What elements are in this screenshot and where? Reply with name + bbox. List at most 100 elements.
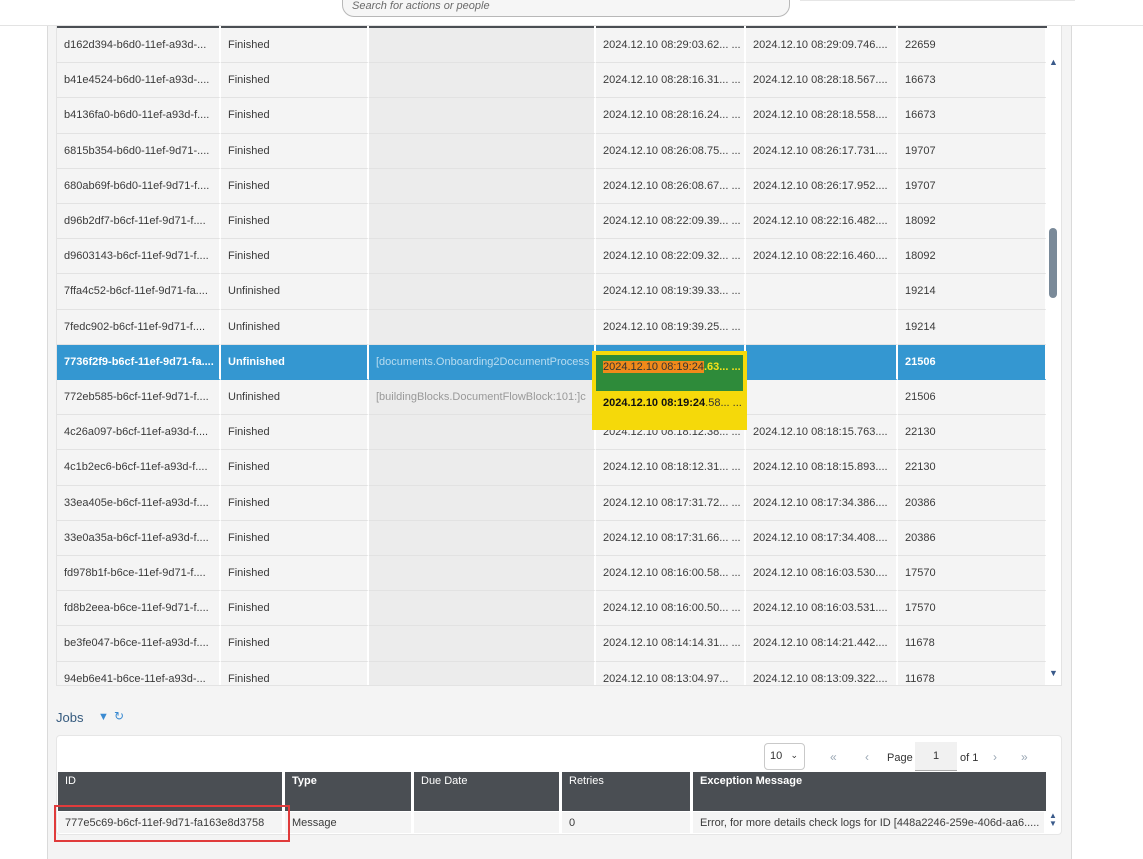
job-retries-cell[interactable]: 0 [562, 812, 692, 833]
row-end-cell[interactable] [746, 309, 898, 345]
table-row[interactable]: 33e0a35a-b6cf-11ef-a93d-f.... Finished 202… [57, 520, 1047, 556]
table-row[interactable]: 7736f2f9-b6cf-11ef-9d71-fa.... Unfinished… [57, 344, 1047, 380]
row-start-cell[interactable]: 2024.12.10 08:14:14.31... ... [596, 626, 746, 662]
row-start-cell[interactable]: 2024.12.10 08:16:00.50... ... [596, 591, 746, 627]
table-row[interactable]: fd8b2eea-b6ce-11ef-9d71-f.... Finished 202… [57, 591, 1047, 627]
row-id-cell[interactable]: fd8b2eea-b6ce-11ef-9d71-f.... [57, 591, 221, 627]
table-row[interactable]: 4c1b2ec6-b6cf-11ef-a93d-f.... Finished 202… [57, 450, 1047, 486]
row-activity-cell[interactable] [369, 661, 596, 685]
row-duration-cell[interactable]: 21506 [898, 344, 1047, 380]
row-activity-cell[interactable] [369, 133, 596, 169]
row-end-cell[interactable]: 2024.12.10 08:13:09.322.... [746, 661, 898, 685]
next-page-icon[interactable]: › [993, 750, 997, 764]
row-end-cell[interactable] [746, 380, 898, 416]
table-row[interactable]: 772eb585-b6cf-11ef-9d71-f.... Unfinished[… [57, 380, 1047, 416]
table-row[interactable]: b4136fa0-b6d0-11ef-a93d-f.... Finished 202… [57, 98, 1047, 134]
row-duration-cell[interactable]: 21506 [898, 380, 1047, 416]
row-end-cell[interactable]: 2024.12.10 08:22:16.460.... [746, 239, 898, 275]
row-activity-cell[interactable] [369, 520, 596, 556]
row-end-cell[interactable]: 2024.12.10 08:17:34.386.... [746, 485, 898, 521]
jobs-header-exception[interactable]: Exception Message [693, 772, 1046, 811]
row-status-cell[interactable]: Unfinished [221, 344, 369, 380]
row-status-cell[interactable]: Unfinished [221, 309, 369, 345]
row-status-cell[interactable]: Finished [221, 204, 369, 240]
row-duration-cell[interactable]: 19707 [898, 133, 1047, 169]
row-activity-cell[interactable] [369, 626, 596, 662]
row-start-cell[interactable]: 2024.12.10 08:17:31.72... ... [596, 485, 746, 521]
row-duration-cell[interactable]: 11678 [898, 626, 1047, 662]
row-activity-cell[interactable] [369, 309, 596, 345]
row-start-cell[interactable]: 2024.12.10 08:22:09.32... ... [596, 239, 746, 275]
table-row[interactable]: 33ea405e-b6cf-11ef-a93d-f.... Finished 202… [57, 485, 1047, 521]
row-end-cell[interactable]: 2024.12.10 08:16:03.531.... [746, 591, 898, 627]
row-id-cell[interactable]: 772eb585-b6cf-11ef-9d71-f.... [57, 380, 221, 416]
row-id-cell[interactable]: d96b2df7-b6cf-11ef-9d71-f.... [57, 204, 221, 240]
table-row[interactable]: 94eb6e41-b6ce-11ef-a93d-... Finished 2024.… [57, 661, 1047, 685]
row-activity-cell[interactable]: [buildingBlocks.DocumentFlowBlock:101:]c [369, 380, 596, 416]
jobs-scroll-icon[interactable]: ▲ ▼ [1049, 812, 1057, 828]
row-duration-cell[interactable]: 17570 [898, 556, 1047, 592]
row-start-cell[interactable]: 2024.12.10 08:28:16.31... ... [596, 63, 746, 99]
row-start-cell[interactable]: 2024.12.10 08:26:08.75... ... [596, 133, 746, 169]
page-size-select[interactable]: 10 ⌄ [764, 743, 805, 770]
row-end-cell[interactable]: 2024.12.10 08:17:34.408.... [746, 520, 898, 556]
row-id-cell[interactable]: d162d394-b6d0-11ef-a93d-... [57, 28, 221, 64]
row-start-cell[interactable]: 2024.12.10 08:26:08.67... ... [596, 168, 746, 204]
row-status-cell[interactable]: Finished [221, 63, 369, 99]
row-start-cell[interactable]: 2024.12.10 08:19:39.25... ... [596, 309, 746, 345]
row-status-cell[interactable]: Finished [221, 133, 369, 169]
row-status-cell[interactable]: Finished [221, 239, 369, 275]
row-start-cell[interactable]: 2024.12.10 08:22:09.39... ... [596, 204, 746, 240]
row-status-cell[interactable]: Finished [221, 626, 369, 662]
row-duration-cell[interactable]: 18092 [898, 239, 1047, 275]
row-start-cell[interactable]: 2024.12.10 08:19:39.33... ... [596, 274, 746, 310]
table-row[interactable]: d162d394-b6d0-11ef-a93d-... Finished 2024.… [57, 28, 1047, 64]
row-duration-cell[interactable]: 20386 [898, 485, 1047, 521]
row-status-cell[interactable]: Unfinished [221, 274, 369, 310]
job-due-date-cell[interactable] [414, 812, 561, 833]
instances-scrollbar[interactable] [1046, 50, 1060, 682]
row-status-cell[interactable]: Finished [221, 556, 369, 592]
row-duration-cell[interactable]: 18092 [898, 204, 1047, 240]
row-id-cell[interactable]: 33ea405e-b6cf-11ef-a93d-f.... [57, 485, 221, 521]
jobs-header-type[interactable]: Type [285, 772, 411, 811]
row-id-cell[interactable]: b41e4524-b6d0-11ef-a93d-.... [57, 63, 221, 99]
table-row[interactable]: d96b2df7-b6cf-11ef-9d71-f.... Finished 202… [57, 204, 1047, 240]
row-activity-cell[interactable] [369, 274, 596, 310]
job-exception-cell[interactable]: Error, for more details check logs for I… [693, 812, 1046, 833]
row-activity-cell[interactable] [369, 415, 596, 451]
row-duration-cell[interactable]: 22130 [898, 450, 1047, 486]
row-duration-cell[interactable]: 19214 [898, 274, 1047, 310]
jobs-header-retries[interactable]: Retries [562, 772, 690, 811]
row-id-cell[interactable]: 680ab69f-b6d0-11ef-9d71-f.... [57, 168, 221, 204]
table-row[interactable]: 680ab69f-b6d0-11ef-9d71-f.... Finished 202… [57, 168, 1047, 204]
table-row[interactable]: 6815b354-b6d0-11ef-9d71-.... Finished 2024… [57, 133, 1047, 169]
row-activity-cell[interactable] [369, 98, 596, 134]
row-status-cell[interactable]: Finished [221, 168, 369, 204]
row-id-cell[interactable]: 7ffa4c52-b6cf-11ef-9d71-fa.... [57, 274, 221, 310]
scroll-down-icon[interactable]: ▼ [1049, 668, 1058, 678]
row-duration-cell[interactable]: 22659 [898, 28, 1047, 64]
last-page-icon[interactable]: » [1021, 750, 1028, 764]
row-id-cell[interactable]: d9603143-b6cf-11ef-9d71-f.... [57, 239, 221, 275]
row-end-cell[interactable]: 2024.12.10 08:26:17.731.... [746, 133, 898, 169]
row-duration-cell[interactable]: 19214 [898, 309, 1047, 345]
row-duration-cell[interactable]: 19707 [898, 168, 1047, 204]
row-duration-cell[interactable]: 16673 [898, 63, 1047, 99]
page-number-input[interactable]: 1 [915, 742, 957, 771]
row-activity-cell[interactable] [369, 556, 596, 592]
filter-icon[interactable]: ▼ [98, 711, 109, 723]
prev-page-icon[interactable]: ‹ [865, 750, 869, 764]
table-row[interactable]: 4c26a097-b6cf-11ef-a93d-f.... Finished 202… [57, 415, 1047, 451]
row-duration-cell[interactable]: 16673 [898, 98, 1047, 134]
row-activity-cell[interactable] [369, 204, 596, 240]
row-status-cell[interactable]: Finished [221, 661, 369, 685]
row-id-cell[interactable]: 33e0a35a-b6cf-11ef-a93d-f.... [57, 520, 221, 556]
row-id-cell[interactable]: 4c26a097-b6cf-11ef-a93d-f.... [57, 415, 221, 451]
row-status-cell[interactable]: Finished [221, 28, 369, 64]
row-end-cell[interactable]: 2024.12.10 08:16:03.530.... [746, 556, 898, 592]
row-activity-cell[interactable] [369, 591, 596, 627]
row-start-cell[interactable]: 2024.12.10 08:16:00.58... ... [596, 556, 746, 592]
row-id-cell[interactable]: 94eb6e41-b6ce-11ef-a93d-... [57, 661, 221, 685]
table-row[interactable]: 7fedc902-b6cf-11ef-9d71-f.... Unfinished 2… [57, 309, 1047, 345]
